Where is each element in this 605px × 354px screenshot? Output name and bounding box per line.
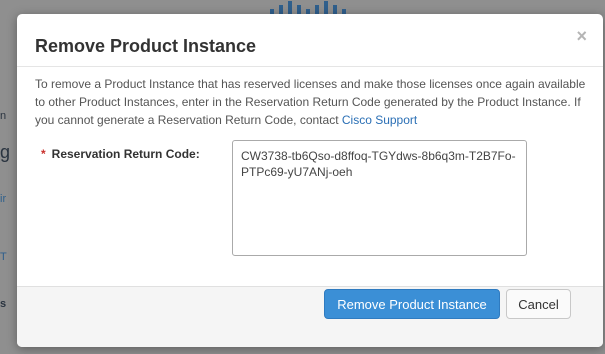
dialog-description: To remove a Product Instance that has re… (35, 75, 591, 129)
close-icon[interactable]: × (576, 26, 587, 47)
background-text: g (0, 142, 11, 162)
background-text: s (0, 298, 7, 310)
background-link[interactable]: T (0, 251, 7, 263)
dialog-header: Remove Product Instance × (17, 14, 603, 67)
remove-product-instance-button[interactable]: Remove Product Instance (324, 289, 500, 319)
field-label-text: Reservation Return Code: (51, 147, 200, 161)
reservation-return-code-label: * Reservation Return Code: (41, 147, 200, 161)
cisco-support-link[interactable]: Cisco Support (342, 113, 417, 127)
reservation-return-code-input[interactable]: CW3738-tb6Qso-d8ffoq-TGYdws-8b6q3m-T2B7F… (232, 140, 527, 256)
description-text: To remove a Product Instance that has re… (35, 77, 586, 127)
dialog-title: Remove Product Instance (35, 36, 257, 56)
background-link[interactable]: ir (0, 193, 6, 205)
cisco-logo-icon (270, 0, 346, 14)
cancel-button[interactable]: Cancel (506, 289, 571, 319)
required-marker: * (41, 147, 46, 161)
background-text: n (0, 110, 7, 122)
